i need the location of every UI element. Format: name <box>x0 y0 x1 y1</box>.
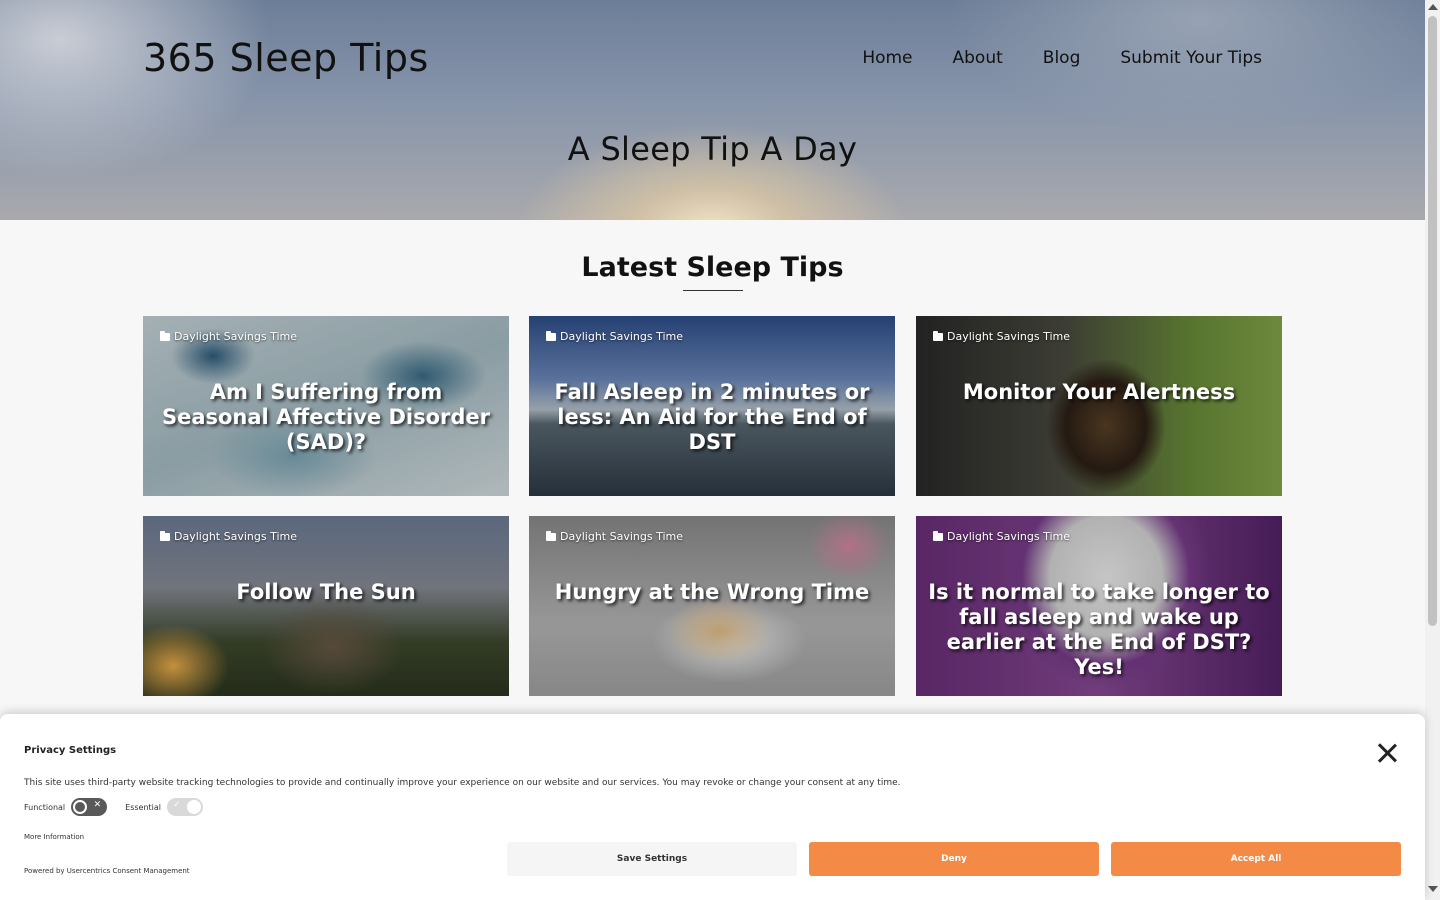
check-icon: ✓ <box>173 800 181 810</box>
nav-home[interactable]: Home <box>862 48 912 68</box>
privacy-consent-banner: Privacy Settings This site uses third-pa… <box>0 714 1425 900</box>
post-category-label: Daylight Savings Time <box>947 330 1070 343</box>
powered-by-text: Powered by Usercentrics Consent Manageme… <box>24 867 190 875</box>
folder-icon <box>160 330 170 341</box>
nav-blog[interactable]: Blog <box>1043 48 1081 68</box>
scroll-up-arrow-icon[interactable] <box>1428 4 1438 10</box>
post-title[interactable]: Follow The Sun <box>155 580 497 605</box>
post-title[interactable]: Am I Suffering from Seasonal Affective D… <box>155 380 497 455</box>
nav-about[interactable]: About <box>953 48 1003 68</box>
post-card[interactable]: Daylight Savings Time Follow The Sun <box>143 516 509 696</box>
post-category[interactable]: Daylight Savings Time <box>546 530 683 543</box>
site-brand[interactable]: 365 Sleep Tips <box>143 36 429 80</box>
consent-title: Privacy Settings <box>24 745 117 756</box>
functional-toggle-label: Functional <box>24 802 66 812</box>
scrollbar-thumb[interactable] <box>1428 16 1437 626</box>
post-card[interactable]: Daylight Savings Time Am I Suffering fro… <box>143 316 509 496</box>
post-category-label: Daylight Savings Time <box>174 530 297 543</box>
deny-button[interactable]: Deny <box>809 842 1099 876</box>
folder-icon <box>933 530 943 541</box>
folder-icon <box>546 330 556 341</box>
section-title-underline <box>683 290 743 291</box>
nav-submit-tips[interactable]: Submit Your Tips <box>1120 48 1262 68</box>
post-category[interactable]: Daylight Savings Time <box>933 330 1070 343</box>
folder-icon <box>933 330 943 341</box>
site-tagline: A Sleep Tip A Day <box>567 130 858 168</box>
post-title[interactable]: Monitor Your Alertness <box>928 380 1270 405</box>
folder-icon <box>160 530 170 541</box>
post-category[interactable]: Daylight Savings Time <box>546 330 683 343</box>
post-category[interactable]: Daylight Savings Time <box>160 330 297 343</box>
post-category-label: Daylight Savings Time <box>560 330 683 343</box>
section-title: Latest Sleep Tips <box>581 252 844 283</box>
post-card[interactable]: Daylight Savings Time Hungry at the Wron… <box>529 516 895 696</box>
consent-description: This site uses third-party website track… <box>24 778 901 788</box>
post-category[interactable]: Daylight Savings Time <box>933 530 1070 543</box>
folder-icon <box>546 530 556 541</box>
post-title[interactable]: Hungry at the Wrong Time <box>541 580 883 605</box>
scroll-down-arrow-icon[interactable] <box>1428 886 1438 892</box>
post-category[interactable]: Daylight Savings Time <box>160 530 297 543</box>
essential-toggle[interactable]: ✓ <box>167 798 204 816</box>
post-category-label: Daylight Savings Time <box>947 530 1070 543</box>
post-card[interactable]: Daylight Savings Time Is it normal to ta… <box>916 516 1282 696</box>
main-nav: Home About Blog Submit Your Tips <box>862 48 1262 68</box>
post-card[interactable]: Daylight Savings Time Monitor Your Alert… <box>916 316 1282 496</box>
post-title[interactable]: Is it normal to take longer to fall asle… <box>928 580 1270 680</box>
functional-toggle[interactable]: ✕ <box>71 798 108 816</box>
post-card[interactable]: Daylight Savings Time Fall Asleep in 2 m… <box>529 316 895 496</box>
essential-toggle-label: Essential <box>125 802 162 812</box>
consent-toggles: Functional ✕ Essential ✓ <box>24 798 221 816</box>
post-title[interactable]: Fall Asleep in 2 minutes or less: An Aid… <box>541 380 883 455</box>
close-icon[interactable] <box>1376 742 1398 764</box>
accept-all-button[interactable]: Accept All <box>1111 842 1401 876</box>
post-category-label: Daylight Savings Time <box>560 530 683 543</box>
save-settings-button[interactable]: Save Settings <box>507 842 797 876</box>
post-category-label: Daylight Savings Time <box>174 330 297 343</box>
x-icon: ✕ <box>93 800 102 810</box>
more-information-link[interactable]: More Information <box>24 833 84 841</box>
hero-header: 365 Sleep Tips Home About Blog Submit Yo… <box>0 0 1425 220</box>
